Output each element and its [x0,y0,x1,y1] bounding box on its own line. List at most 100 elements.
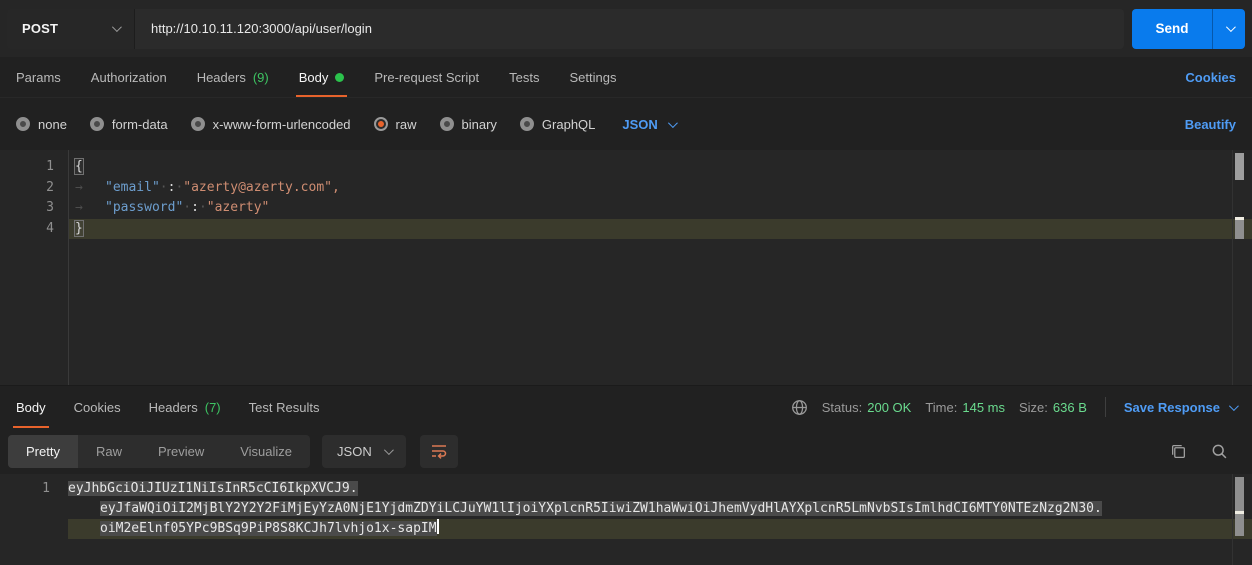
response-meta: Status: 200 OK Time: 145 ms Size: 636 B … [791,397,1236,417]
line-number: 4 [0,219,54,240]
time-indicator: Time: 145 ms [925,400,1005,415]
view-raw-label: Raw [96,444,122,459]
tab-pre-request-script-label: Pre-request Script [374,70,479,85]
time-value: 145 ms [962,400,1005,415]
radio-x-www-form-urlencoded[interactable]: x-www-form-urlencoded [191,117,351,132]
body-format-label: JSON [622,117,657,132]
tab-authorization-label: Authorization [91,70,167,85]
response-headers-count-badge: (7) [205,400,221,415]
line-number: 1 [0,479,50,499]
response-line: eyJhbGciOiJIUzI1NiIsInR5cCI6IkpXVCJ9. [68,479,1252,499]
response-tab-body[interactable]: Body [16,386,46,428]
cookies-link[interactable]: Cookies [1185,70,1236,85]
selected-text: eyJfaWQiOiI2MjBlY2Y2Y2FiMjEyYzA0NjE1Yjdm… [100,501,1102,516]
size-value: 636 B [1053,400,1087,415]
tab-authorization[interactable]: Authorization [91,57,167,97]
response-tabs: Body Cookies Headers (7) Test Results St… [0,385,1252,428]
json-key-token: "password" [105,200,183,215]
response-toolbar: Pretty Raw Preview Visualize JSON [0,428,1252,474]
line-number: 3 [0,198,54,219]
response-tab-test-results[interactable]: Test Results [249,386,320,428]
size-label: Size: [1019,400,1048,415]
line-number: 1 [0,157,54,178]
radio-raw[interactable]: raw [374,117,417,132]
beautify-link[interactable]: Beautify [1185,117,1236,132]
response-body-viewer[interactable]: 1 eyJhbGciOiJIUzI1NiIsInR5cCI6IkpXVCJ9. … [0,474,1252,565]
whitespace-dot: · [199,200,207,215]
view-visualize-button[interactable]: Visualize [222,435,310,468]
status-indicator: Status: 200 OK [822,400,912,415]
copy-response-button[interactable] [1170,443,1187,460]
send-button[interactable]: Send [1132,9,1212,49]
response-tab-headers[interactable]: Headers (7) [149,386,221,428]
radio-none[interactable]: none [16,117,67,132]
response-line-numbers: 1 [0,479,50,499]
wrap-lines-button[interactable] [420,435,458,468]
response-scrollbar-thumb[interactable] [1235,477,1244,536]
radio-raw-label: raw [396,117,417,132]
radio-binary[interactable]: binary [440,117,497,132]
tab-headers[interactable]: Headers (9) [197,57,269,97]
search-icon [1211,443,1228,460]
json-key-token: "email" [105,180,160,195]
view-raw-button[interactable]: Raw [78,435,140,468]
chevron-down-icon [668,118,678,128]
code-line-current: } [69,219,1252,240]
response-format-label: JSON [337,444,372,459]
whitespace-dot: · [183,200,191,215]
view-pretty-label: Pretty [26,444,60,459]
open-brace-token: { [75,159,83,174]
selected-text: oiM2eElnf05YPc9BSq9PiP8S8KCJh7lvhjo1x-sa… [100,521,437,536]
save-response-button[interactable]: Save Response [1124,400,1236,415]
tab-tests[interactable]: Tests [509,57,539,97]
response-format-dropdown[interactable]: JSON [322,435,406,468]
url-input[interactable] [135,9,1124,49]
close-brace-token: } [75,221,83,236]
tab-pre-request-script[interactable]: Pre-request Script [374,57,479,97]
radio-graphql[interactable]: GraphQL [520,117,595,132]
postman-request-window: POST Send Params Authorization Headers (… [0,0,1252,565]
code-line: →"email"·:·"azerty@azerty.com", [69,178,1252,199]
whitespace-dot: · [160,180,168,195]
body-format-dropdown[interactable]: JSON [622,117,674,132]
http-method-dropdown[interactable]: POST [7,9,135,49]
request-tabs: Params Authorization Headers (9) Body Pr… [0,57,1252,98]
request-body-editor[interactable]: 1 2 3 4 { →"email"·:·"azerty@azerty.com"… [0,150,1252,385]
indent-marker: → [75,178,105,199]
radio-binary-label: binary [462,117,497,132]
tab-settings-label: Settings [569,70,616,85]
radio-icon [440,117,454,131]
divider [1105,397,1106,417]
tab-body[interactable]: Body [299,57,345,97]
tab-params[interactable]: Params [16,57,61,97]
chevron-down-icon [1225,22,1235,32]
tab-settings[interactable]: Settings [569,57,616,97]
line-number: 2 [0,178,54,199]
response-tab-cookies[interactable]: Cookies [74,386,121,428]
response-tab-cookies-label: Cookies [74,400,121,415]
radio-none-label: none [38,117,67,132]
globe-icon[interactable] [791,399,808,416]
size-indicator: Size: 636 B [1019,400,1087,415]
save-response-label: Save Response [1124,400,1220,415]
radio-icon [90,117,104,131]
view-preview-button[interactable]: Preview [140,435,222,468]
radio-form-data[interactable]: form-data [90,117,168,132]
response-token-text: eyJhbGciOiJIUzI1NiIsInR5cCI6IkpXVCJ9. ey… [68,479,1252,539]
response-tab-body-label: Body [16,400,46,415]
tab-body-label: Body [299,70,329,85]
chevron-down-icon [112,22,122,32]
send-button-group: Send [1132,9,1245,49]
indent-marker: → [75,198,105,219]
editor-scrollbar-thumb[interactable] [1235,153,1244,180]
view-pretty-button[interactable]: Pretty [8,435,78,468]
search-response-button[interactable] [1211,443,1228,460]
code-line: { [69,157,1252,178]
tab-headers-label: Headers [197,70,246,85]
radio-selected-icon [374,117,388,131]
send-options-button[interactable] [1212,9,1245,49]
text-cursor [437,519,439,534]
response-cursor-marker [1235,511,1244,514]
time-label: Time: [925,400,957,415]
status-label: Status: [822,400,862,415]
